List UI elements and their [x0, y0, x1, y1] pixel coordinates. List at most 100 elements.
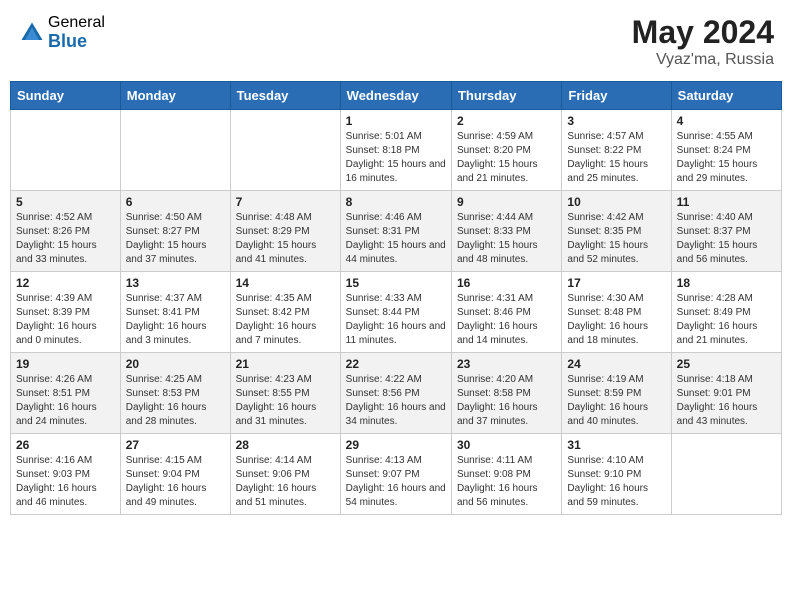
table-row: 19 Sunrise: 4:26 AMSunset: 8:51 PMDayligh…: [11, 353, 121, 434]
day-number: 24: [567, 357, 665, 371]
table-row: 28Sunrise: 4:14 AMSunset: 9:06 PMDayligh…: [230, 434, 340, 515]
table-row: 5Sunrise: 4:52 AMSunset: 8:26 PMDaylight…: [11, 191, 121, 272]
table-row: [11, 110, 121, 191]
table-row: [671, 434, 781, 515]
day-info: Sunrise: 4:31 AMSunset: 8:46 PMDaylight:…: [457, 292, 556, 348]
calendar-week-row: 19 Sunrise: 4:26 AMSunset: 8:51 PMDayligh…: [11, 353, 782, 434]
day-number: 15: [346, 276, 446, 290]
table-row: [120, 110, 230, 191]
day-number: 27: [126, 438, 225, 452]
day-number: 23: [457, 357, 556, 371]
header-tuesday: Tuesday: [230, 82, 340, 110]
table-row: 2 Sunrise: 4:59 AMSunset: 8:20 PMDaylight…: [451, 110, 561, 191]
day-info: Sunrise: 4:55 AMSunset: 8:24 PMDaylight:…: [677, 130, 776, 186]
day-info: Sunrise: 4:16 AMSunset: 9:03 PMDaylight:…: [16, 454, 115, 510]
day-info: Sunrise: 4:37 AMSunset: 8:41 PMDaylight:…: [126, 292, 225, 348]
logo-icon: [18, 19, 46, 47]
day-info: Sunrise: 4:25 AMSunset: 8:53 PMDaylight:…: [126, 373, 225, 429]
table-row: 27 Sunrise: 4:15 AMSunset: 9:04 PMDayligh…: [120, 434, 230, 515]
calendar-week-row: 26 Sunrise: 4:16 AMSunset: 9:03 PMDayligh…: [11, 434, 782, 515]
day-info: Sunrise: 4:10 AMSunset: 9:10 PMDaylight:…: [567, 454, 665, 510]
header-thursday: Thursday: [451, 82, 561, 110]
day-info: Sunrise: 4:46 AMSunset: 8:31 PMDaylight:…: [346, 211, 446, 267]
day-number: 17: [567, 276, 665, 290]
table-row: [230, 110, 340, 191]
table-row: 25Sunrise: 4:18 AMSunset: 9:01 PMDayligh…: [671, 353, 781, 434]
table-row: 16 Sunrise: 4:31 AMSunset: 8:46 PMDayligh…: [451, 272, 561, 353]
day-number: 3: [567, 114, 665, 128]
header-wednesday: Wednesday: [340, 82, 451, 110]
day-info: Sunrise: 4:57 AMSunset: 8:22 PMDaylight:…: [567, 130, 665, 186]
day-number: 18: [677, 276, 776, 290]
title-block: May 2024 Vyaz'ma, Russia: [632, 14, 774, 69]
day-info: Sunrise: 4:44 AMSunset: 8:33 PMDaylight:…: [457, 211, 556, 267]
table-row: 26 Sunrise: 4:16 AMSunset: 9:03 PMDayligh…: [11, 434, 121, 515]
day-number: 1: [346, 114, 446, 128]
day-info: Sunrise: 4:15 AMSunset: 9:04 PMDaylight:…: [126, 454, 225, 510]
day-info: Sunrise: 4:13 AMSunset: 9:07 PMDaylight:…: [346, 454, 446, 510]
day-info: Sunrise: 4:18 AMSunset: 9:01 PMDaylight:…: [677, 373, 776, 429]
day-number: 31: [567, 438, 665, 452]
day-number: 19: [16, 357, 115, 371]
table-row: 6Sunrise: 4:50 AMSunset: 8:27 PMDaylight…: [120, 191, 230, 272]
day-number: 26: [16, 438, 115, 452]
logo: General Blue: [18, 14, 105, 51]
table-row: 30Sunrise: 4:11 AMSunset: 9:08 PMDayligh…: [451, 434, 561, 515]
logo-general: General: [48, 14, 105, 32]
day-number: 20: [126, 357, 225, 371]
table-row: 11 Sunrise: 4:40 AMSunset: 8:37 PMDayligh…: [671, 191, 781, 272]
day-number: 11: [677, 195, 776, 209]
table-row: 14Sunrise: 4:35 AMSunset: 8:42 PMDayligh…: [230, 272, 340, 353]
day-info: Sunrise: 4:19 AMSunset: 8:59 PMDaylight:…: [567, 373, 665, 429]
day-number: 13: [126, 276, 225, 290]
table-row: 15Sunrise: 4:33 AMSunset: 8:44 PMDayligh…: [340, 272, 451, 353]
table-row: 20 Sunrise: 4:25 AMSunset: 8:53 PMDayligh…: [120, 353, 230, 434]
table-row: 7Sunrise: 4:48 AMSunset: 8:29 PMDaylight…: [230, 191, 340, 272]
table-row: 1 Sunrise: 5:01 AMSunset: 8:18 PMDaylight…: [340, 110, 451, 191]
table-row: 9 Sunrise: 4:44 AMSunset: 8:33 PMDaylight…: [451, 191, 561, 272]
table-row: 31 Sunrise: 4:10 AMSunset: 9:10 PMDayligh…: [562, 434, 671, 515]
table-row: 18Sunrise: 4:28 AMSunset: 8:49 PMDayligh…: [671, 272, 781, 353]
day-info: Sunrise: 4:42 AMSunset: 8:35 PMDaylight:…: [567, 211, 665, 267]
day-info: Sunrise: 4:39 AMSunset: 8:39 PMDaylight:…: [16, 292, 115, 348]
calendar-week-row: 12 Sunrise: 4:39 AMSunset: 8:39 PMDayligh…: [11, 272, 782, 353]
day-number: 30: [457, 438, 556, 452]
header-saturday: Saturday: [671, 82, 781, 110]
day-info: Sunrise: 4:59 AMSunset: 8:20 PMDaylight:…: [457, 130, 556, 186]
location: Vyaz'ma, Russia: [632, 51, 774, 69]
table-row: 23 Sunrise: 4:20 AMSunset: 8:58 PMDayligh…: [451, 353, 561, 434]
day-number: 22: [346, 357, 446, 371]
day-info: Sunrise: 5:01 AMSunset: 8:18 PMDaylight:…: [346, 130, 446, 186]
day-number: 29: [346, 438, 446, 452]
day-number: 4: [677, 114, 776, 128]
day-info: Sunrise: 4:30 AMSunset: 8:48 PMDaylight:…: [567, 292, 665, 348]
table-row: 24 Sunrise: 4:19 AMSunset: 8:59 PMDayligh…: [562, 353, 671, 434]
weekday-header-row: Sunday Monday Tuesday Wednesday Thursday…: [11, 82, 782, 110]
table-row: 12 Sunrise: 4:39 AMSunset: 8:39 PMDayligh…: [11, 272, 121, 353]
table-row: 13 Sunrise: 4:37 AMSunset: 8:41 PMDayligh…: [120, 272, 230, 353]
day-number: 16: [457, 276, 556, 290]
day-number: 28: [236, 438, 335, 452]
table-row: 4 Sunrise: 4:55 AMSunset: 8:24 PMDaylight…: [671, 110, 781, 191]
day-number: 10: [567, 195, 665, 209]
header-friday: Friday: [562, 82, 671, 110]
day-number: 7: [236, 195, 335, 209]
day-info: Sunrise: 4:23 AMSunset: 8:55 PMDaylight:…: [236, 373, 335, 429]
table-row: 17 Sunrise: 4:30 AMSunset: 8:48 PMDayligh…: [562, 272, 671, 353]
calendar-table: Sunday Monday Tuesday Wednesday Thursday…: [10, 81, 782, 515]
day-number: 21: [236, 357, 335, 371]
table-row: 22Sunrise: 4:22 AMSunset: 8:56 PMDayligh…: [340, 353, 451, 434]
day-number: 2: [457, 114, 556, 128]
day-info: Sunrise: 4:50 AMSunset: 8:27 PMDaylight:…: [126, 211, 225, 267]
day-info: Sunrise: 4:20 AMSunset: 8:58 PMDaylight:…: [457, 373, 556, 429]
day-number: 9: [457, 195, 556, 209]
month-year: May 2024: [632, 14, 774, 51]
day-number: 5: [16, 195, 115, 209]
day-info: Sunrise: 4:26 AMSunset: 8:51 PMDaylight:…: [16, 373, 115, 429]
table-row: 21 Sunrise: 4:23 AMSunset: 8:55 PMDayligh…: [230, 353, 340, 434]
table-row: 8Sunrise: 4:46 AMSunset: 8:31 PMDaylight…: [340, 191, 451, 272]
calendar-week-row: 1 Sunrise: 5:01 AMSunset: 8:18 PMDaylight…: [11, 110, 782, 191]
day-info: Sunrise: 4:40 AMSunset: 8:37 PMDaylight:…: [677, 211, 776, 267]
day-number: 12: [16, 276, 115, 290]
calendar-week-row: 5Sunrise: 4:52 AMSunset: 8:26 PMDaylight…: [11, 191, 782, 272]
